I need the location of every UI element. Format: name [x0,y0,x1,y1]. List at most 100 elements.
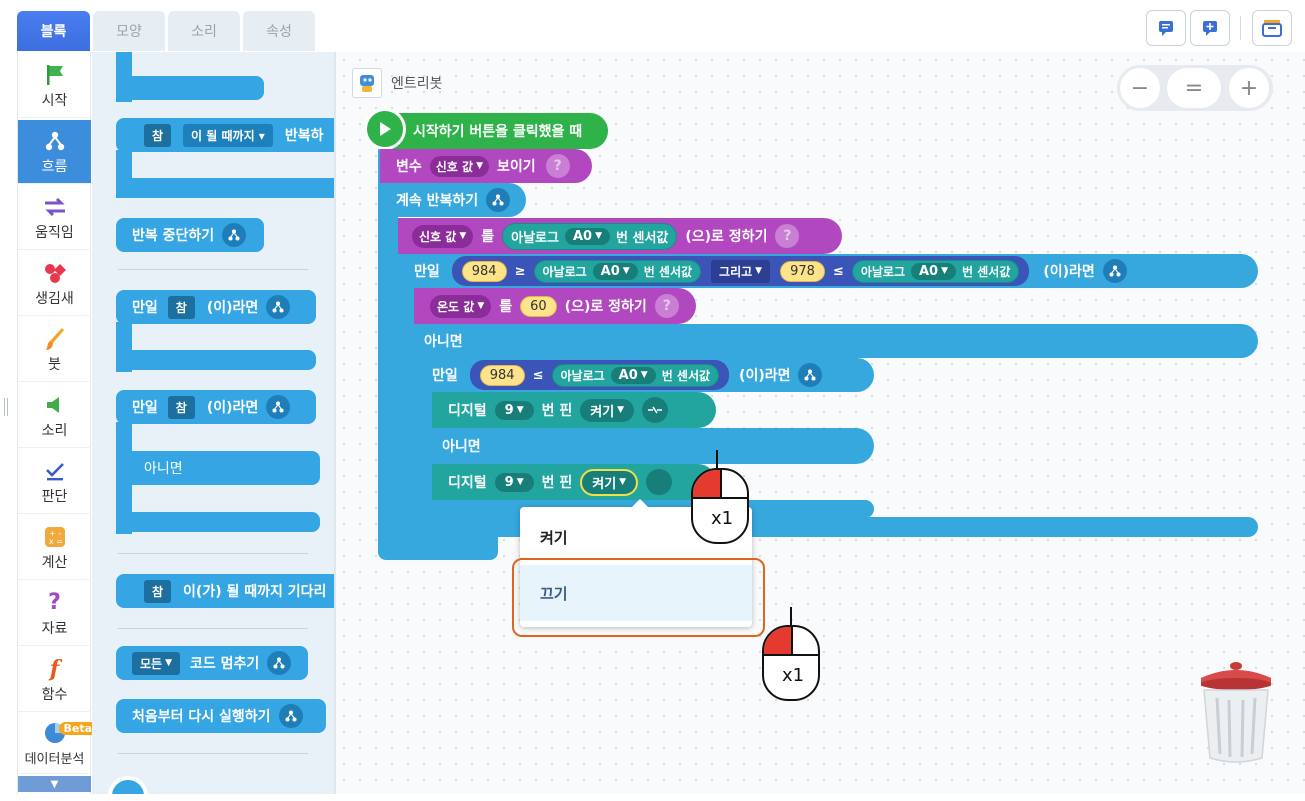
dropdown-param[interactable]: 모든 ▼ [132,651,181,675]
variable-dropdown[interactable]: 신호 값 ▼ [429,155,489,177]
if-inner-block[interactable]: 만일 984 ≤ 아날로그 A0 ▼ 번 센서값 (이)라면 [414,358,874,392]
add-comment-button[interactable] [1190,10,1230,46]
digital-output-block[interactable]: 디지털 9 ▼ 번 핀 켜기 ▼ [432,392,716,428]
bool-param[interactable]: 참 [167,395,195,419]
storage-button[interactable] [1252,10,1292,46]
tab-properties[interactable]: 속성 [243,11,315,51]
pin-dropdown[interactable]: 9 ▼ [494,472,534,492]
zoom-reset-button[interactable]: = [1167,68,1221,108]
category-judgment[interactable]: 판단 [18,450,91,514]
category-label: 함수 [41,686,68,703]
help-icon: ? [545,154,570,178]
block-label: 변수 [396,159,422,175]
bool-param[interactable]: 참 [144,579,172,603]
port-dropdown[interactable]: A0 ▼ [592,262,638,280]
palette-break-block[interactable]: 반복 중단하기 [116,218,264,252]
and-condition[interactable]: 984 ≥ 아날로그 A0 ▼ 번 센서값 그리고 ▼ 978 ≤ 아날로그 A0 ▼… [451,256,1030,286]
bool-param[interactable]: 참 [144,123,172,147]
block-label: 코드 멈추기 [190,656,260,672]
category-sound[interactable]: 소리 [18,384,91,448]
pin-dropdown[interactable]: 9 ▼ [494,400,534,420]
category-label: 계산 [41,554,68,571]
palette-repeat-until-block[interactable]: 참 이 될 때까지 ▾ 반복하 [116,118,334,152]
forever-block[interactable]: 계속 반복하기 [380,183,526,217]
category-data[interactable]: ? 자료 [18,582,91,646]
zoom-out-button[interactable]: − [1120,68,1160,108]
flow-icon [266,395,291,419]
block-label: 번 핀 [541,475,573,491]
flow-icon [267,651,292,675]
else-inner-block: 아니면 [414,428,874,464]
palette-stop-block[interactable]: 모든 ▼ 코드 멈추기 [116,646,308,680]
analog-sensor-block[interactable]: 아날로그 A0 ▼ 번 센서값 [551,363,720,387]
number-input[interactable]: 60 [520,295,557,317]
block-label: 계속 반복하기 [396,193,479,209]
number-input[interactable]: 984 [479,364,525,386]
toolbar-divider [1240,16,1241,40]
set-temperature-block[interactable]: 온도 값 ▼ 를 60 (으)로 정하기 ? [414,288,696,324]
if-outer-block[interactable]: 만일 984 ≥ 아날로그 A0 ▼ 번 센서값 그리고 ▼ 978 ≤ 아날로그 … [398,254,1258,288]
calculator-icon: + -x = [44,526,65,547]
category-scroll-down[interactable]: ▼ [18,776,91,792]
block-label: (이)라면 [206,300,259,316]
else-section: 아니면 [116,451,320,485]
state-dropdown-active[interactable]: 켜기 ▼ [580,468,639,496]
variable-dropdown[interactable]: 온도 값 ▼ [430,294,492,318]
palette-next-block-partial[interactable] [108,776,148,794]
category-brush[interactable]: 붓 [18,318,91,382]
logic-dropdown[interactable]: 그리고 ▼ [711,259,771,283]
tab-blocks[interactable]: 블록 [17,11,90,51]
category-data-analysis[interactable]: Beta 데이터분석 [18,714,98,774]
flow-icon [1102,259,1127,283]
zoom-in-button[interactable]: + [1229,68,1269,108]
block-label: 반복 중단하기 [132,228,215,244]
block-label: 디지털 [448,475,487,491]
trash-can-icon[interactable] [1195,654,1277,766]
tab-sound[interactable]: 소리 [168,11,240,51]
category-looks[interactable]: 생김새 [18,252,91,316]
variable-dropdown[interactable]: 신호 값 ▼ [412,224,474,248]
category-calc[interactable]: + -x = 계산 [18,516,91,580]
palette-wait-until-block[interactable]: 참 이(가) 될 때까지 기다리 [116,574,334,608]
category-motion[interactable]: 움직임 [18,186,91,250]
compare-condition[interactable]: 984 ≤ 아날로그 A0 ▼ 번 센서값 [469,360,730,390]
dropdown-arrow [632,499,648,507]
block-label: 만일 [132,300,158,316]
port-dropdown[interactable]: A0 ▼ [610,366,656,384]
digital-output-block[interactable]: 디지털 9 ▼ 번 핀 켜기 ▼ [432,464,716,500]
palette-restart-block[interactable]: 처음부터 다시 실행하기 [116,699,326,733]
block-label: (이)라면 [739,368,791,384]
c-block-bottom [116,178,334,198]
set-variable-block[interactable]: 신호 값 ▼ 를 아날로그 A0 ▼ 번 센서값 (으)로 정하기 ? [398,218,842,254]
palette-divider [118,753,308,754]
category-sidebar: 시작 흐름 움직임 생김새 붓 소리 판단 + -x = 계산 ? 자료 f 함… [17,52,98,794]
c-block-bottom [116,350,316,370]
flag-icon [46,64,63,85]
palette-if-block[interactable]: 만일 참 (이)라면 [116,290,316,324]
category-function[interactable]: f 함수 [18,648,91,712]
flow-icon [798,363,823,387]
sidebar-resize-handle[interactable] [4,398,10,416]
hardware-icon [646,469,673,495]
show-variable-block[interactable]: 변수 신호 값 ▼ 보이기 ? [380,149,592,183]
category-label: 생김새 [35,290,74,307]
analog-sensor-block[interactable]: 아날로그 A0 ▼ 번 센서값 [851,259,1020,283]
number-input[interactable]: 978 [780,260,825,282]
dropdown-param[interactable]: 이 될 때까지 ▾ [183,123,273,147]
port-dropdown[interactable]: A0 ▼ [911,262,957,280]
tab-shapes[interactable]: 모양 [93,11,165,51]
number-input[interactable]: 984 [461,260,507,282]
analog-sensor-block[interactable]: 아날로그 A0 ▼ 번 센서값 [533,259,702,283]
brush-icon [45,327,64,350]
analog-sensor-block[interactable]: 아날로그 A0 ▼ 번 센서값 [502,222,678,250]
category-flow[interactable]: 흐름 [18,120,91,184]
storage-icon [1262,20,1282,37]
bool-param[interactable]: 참 [167,295,195,319]
port-dropdown[interactable]: A0 ▼ [564,227,610,245]
state-dropdown[interactable]: 켜기 ▼ [580,398,635,422]
palette-if-else-block[interactable]: 만일 참 (이)라면 [116,390,316,424]
else-label: 아니면 [442,439,481,455]
category-start[interactable]: 시작 [18,54,91,118]
block-label: (으)로 정하기 [564,299,647,315]
comment-button[interactable] [1146,10,1186,46]
